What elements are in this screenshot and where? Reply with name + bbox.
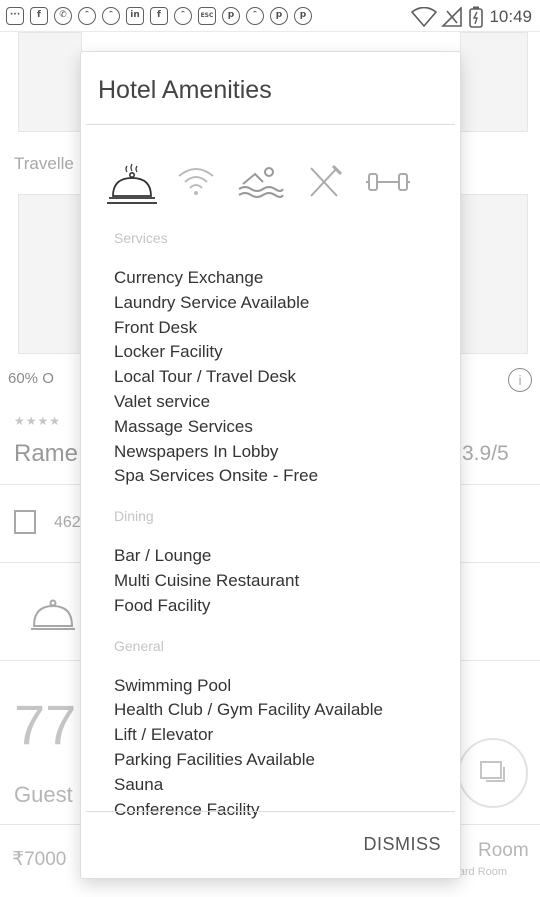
list-item: Spa Services Onsite - Free bbox=[114, 466, 319, 486]
dismiss-button[interactable]: DISMISS bbox=[363, 834, 441, 855]
wifi-icon[interactable] bbox=[171, 162, 221, 202]
list-item: Newspapers In Lobby bbox=[114, 441, 279, 461]
dialog-title: Hotel Amenities bbox=[98, 76, 272, 104]
divider bbox=[86, 124, 455, 125]
list-item: Local Tour / Travel Desk bbox=[114, 367, 297, 387]
service-bell-icon[interactable] bbox=[107, 162, 157, 204]
section-header-dining: Dining bbox=[114, 508, 154, 525]
divider bbox=[86, 811, 455, 812]
amenity-category-tabs bbox=[107, 162, 427, 204]
list-item: Laundry Service Available bbox=[114, 292, 310, 312]
hotel-amenities-dialog: Hotel Amenities Services Currency Exchan… bbox=[81, 52, 460, 878]
section-header-services: Services bbox=[114, 230, 168, 246]
list-item: Lift / Elevator bbox=[114, 725, 214, 745]
list-item: Sauna bbox=[114, 774, 164, 794]
section-header-general: General bbox=[114, 637, 164, 654]
list-item: Bar / Lounge bbox=[114, 546, 212, 566]
list-item: Parking Facilities Available bbox=[114, 749, 315, 769]
list-item: Locker Facility bbox=[114, 342, 223, 362]
list-item: Front Desk bbox=[114, 317, 198, 337]
list-item: Swimming Pool bbox=[114, 675, 232, 695]
dumbbell-icon[interactable] bbox=[363, 162, 413, 202]
list-item: Currency Exchange bbox=[114, 268, 264, 287]
list-item: Food Facility bbox=[114, 595, 211, 615]
amenity-list: Services Currency Exchange Laundry Servi… bbox=[114, 230, 444, 822]
list-item: Valet service bbox=[114, 391, 211, 411]
list-item: Health Club / Gym Facility Available bbox=[114, 700, 383, 720]
swimming-icon[interactable] bbox=[235, 162, 285, 202]
list-item: Multi Cuisine Restaurant bbox=[114, 570, 300, 590]
list-item: Conference Facility bbox=[114, 799, 260, 819]
dining-icon[interactable] bbox=[299, 162, 349, 202]
list-item: Massage Services bbox=[114, 416, 253, 436]
